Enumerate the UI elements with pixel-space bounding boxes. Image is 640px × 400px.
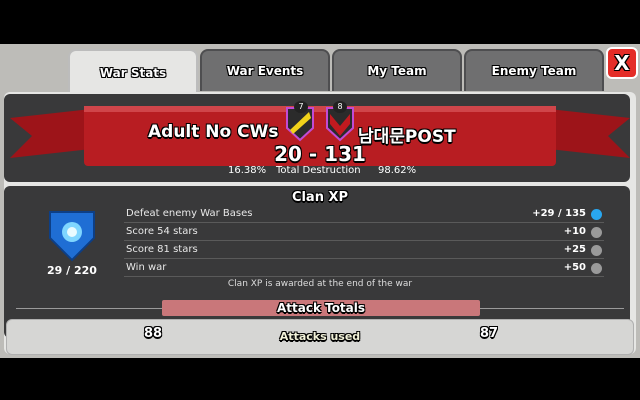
xp-gem-icon [591,263,602,274]
attack-totals-title: Attack Totals [162,300,480,316]
xp-row-value: +25 [563,244,586,255]
xp-row-value: +10 [563,226,586,237]
xp-row-label: Win war [126,262,167,273]
clan-xp-footnote: Clan XP is awarded at the end of the war [227,279,413,289]
tab-label: My Team [367,64,427,78]
away-attacks-used: 87 [480,326,499,341]
clan-xp-title: Clan XP [291,190,349,205]
tab-label: Enemy Team [491,64,577,78]
tab-war-stats[interactable]: War Stats [68,49,198,95]
xp-row-value: +29 / 135 [532,208,586,219]
away-team-name: 남대문POST [358,127,456,147]
tab-label: War Stats [99,66,167,80]
home-clan-level: 7 [294,101,308,113]
tab-label: War Events [226,64,304,78]
xp-row: Score 54 stars +10 [124,224,604,241]
close-button[interactable]: X [606,47,638,79]
clan-xp-badge-icon [49,211,95,262]
xp-row-label: Score 81 stars [126,244,198,255]
xp-row: Defeat enemy War Bases +29 / 135 [124,206,604,223]
attack-totals-label: Attack Totals [276,301,366,315]
away-clan-level: 8 [333,101,347,113]
xp-row-label: Defeat enemy War Bases [126,208,253,219]
xp-gem-icon [591,227,602,238]
xp-gem-icon [591,209,602,220]
war-log-screen: War Stats War Events My Team Enemy Team … [0,44,640,358]
tab-war-events[interactable]: War Events [200,49,330,91]
xp-row-label: Score 54 stars [126,226,198,237]
xp-gem-icon [591,245,602,256]
destruction-label: Total Destruction [276,165,361,176]
xp-row-value: +50 [563,262,586,273]
tab-enemy-team[interactable]: Enemy Team [464,49,604,91]
close-icon: X [614,51,630,75]
xp-row: Score 81 stars +25 [124,242,604,259]
home-destruction: 16.38% [228,165,267,176]
war-score: 20 - 131 [274,142,366,166]
xp-row: Win war +50 [124,260,604,277]
attacks-used-label: Attacks used [279,330,361,343]
home-team-name: Adult No CWs [148,122,279,142]
clan-xp-progress: 29 / 220 [47,264,97,277]
tab-my-team[interactable]: My Team [332,49,462,91]
away-destruction: 98.62% [378,165,417,176]
